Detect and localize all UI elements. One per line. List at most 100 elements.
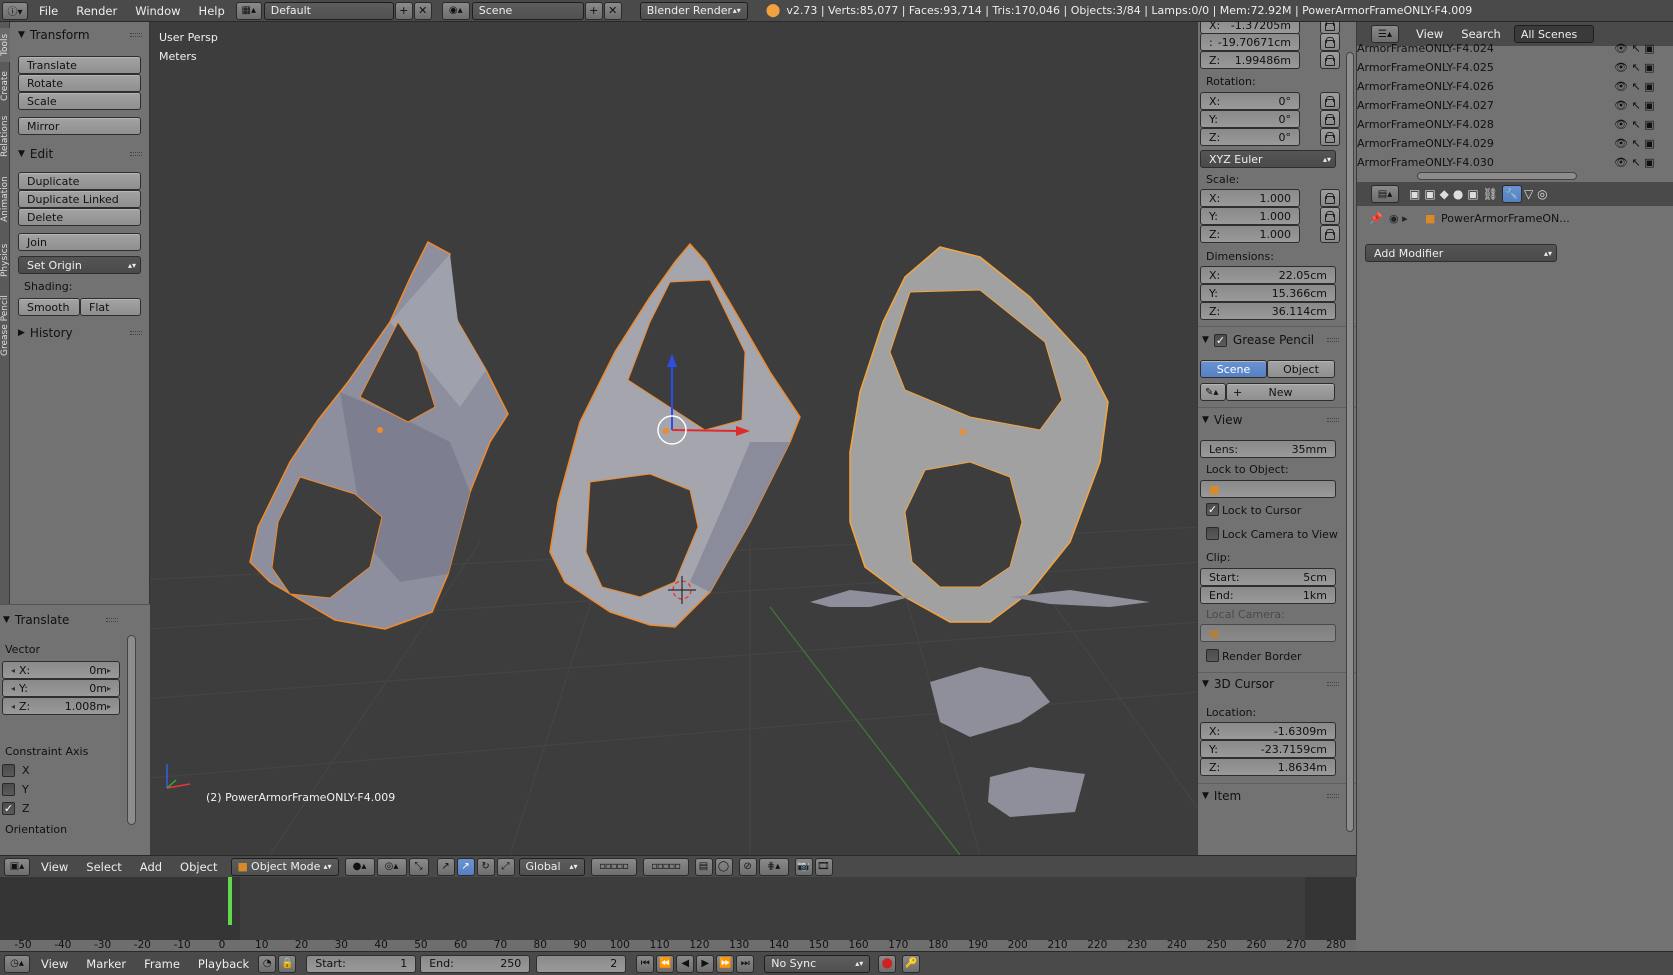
row-visibility-icons[interactable]: 👁 ↖ ▣ <box>1614 156 1673 169</box>
smooth-button[interactable]: Smooth <box>18 298 80 316</box>
lock-rotation-y-icon[interactable] <box>1320 110 1340 128</box>
rotation-mode-select[interactable]: XYZ Euler ▴▾ <box>1200 150 1336 168</box>
pivot-point-icon[interactable]: ◎▴ <box>376 857 407 876</box>
dimensions-z-field[interactable]: Z: 36.114cm <box>1200 302 1336 320</box>
outliner-row[interactable]: ArmorFrameONLY-F4.026 👁 ↖ ▣ <box>1357 77 1673 95</box>
operator-scrollbar[interactable] <box>127 635 136 825</box>
start-frame-field[interactable]: Start: 1 <box>306 954 417 973</box>
menu-render[interactable]: Render <box>67 4 126 18</box>
constraint-y-checkbox[interactable] <box>2 783 15 796</box>
lock-to-cursor-checkbox[interactable]: ✓ <box>1206 503 1219 516</box>
outliner-row[interactable]: ArmorFrameONLY-F4.027 👁 ↖ ▣ <box>1357 96 1673 114</box>
translate-button[interactable]: Translate <box>18 56 141 74</box>
tab-tools[interactable]: Tools <box>0 28 10 62</box>
rotate-button[interactable]: Rotate <box>18 74 141 92</box>
lock-layers-icon[interactable]: ▤ <box>694 857 713 876</box>
tab-relations[interactable]: Relations <box>0 110 10 162</box>
scene-icon[interactable]: ◉▴ <box>441 1 470 20</box>
tab-animation[interactable]: Animation <box>0 168 10 230</box>
add-layout-icon[interactable]: + <box>394 1 413 20</box>
row-visibility-icons[interactable]: 👁 ↖ ▣ <box>1614 118 1673 131</box>
lock-location-y-icon[interactable] <box>1320 33 1340 51</box>
mode-select[interactable]: ■ Object Mode ▴▾ <box>230 857 339 876</box>
object-menu[interactable]: Object <box>171 860 226 874</box>
drag-grip-icon[interactable] <box>130 33 142 37</box>
dimensions-x-field[interactable]: X: 22.05cm <box>1200 266 1336 284</box>
tab-create[interactable]: Create <box>0 66 10 106</box>
snap-element-icon[interactable]: ⋕▴ <box>758 857 789 876</box>
scattered-pieces[interactable] <box>810 590 1150 817</box>
3d-cursor-panel-header[interactable]: ▼ 3D Cursor <box>1198 673 1356 695</box>
rotation-z-field[interactable]: Z: 0° <box>1200 128 1300 146</box>
record-icon[interactable]: ⬤ <box>878 954 897 973</box>
local-camera-field[interactable]: ■ <box>1200 624 1336 642</box>
tl-frame-menu[interactable]: Frame <box>135 957 189 971</box>
sidebar-scrollbar[interactable] <box>1346 52 1354 832</box>
vector-z-field[interactable]: ◂ Z: 1.008m ▸ <box>2 697 120 715</box>
play-icon[interactable]: ▶ <box>696 954 715 973</box>
lock-location-z-icon[interactable] <box>1320 51 1340 69</box>
duplicate-button[interactable]: Duplicate <box>18 172 141 190</box>
scale-button[interactable]: Scale <box>18 92 141 110</box>
cursor-z-field[interactable]: Z: 1.8634m <box>1200 758 1336 776</box>
armor-piece-middle[interactable] <box>549 242 801 628</box>
row-visibility-icons[interactable]: 👁 ↖ ▣ <box>1614 42 1673 55</box>
snap-toggle-icon[interactable]: ⊘ <box>738 857 757 876</box>
end-frame-field[interactable]: End: 250 <box>420 954 531 973</box>
history-panel-header[interactable]: ▶ History <box>10 322 150 344</box>
delete-button[interactable]: Delete <box>18 208 141 226</box>
operator-panel-header[interactable]: ▼ Translate <box>0 609 140 631</box>
grease-pencil-checkbox[interactable]: ✓ <box>1213 333 1227 347</box>
add-scene-icon[interactable]: + <box>584 1 603 20</box>
outliner-row[interactable]: ArmorFrameONLY-F4.030 👁 ↖ ▣ <box>1357 153 1673 171</box>
current-frame-indicator[interactable] <box>227 877 232 925</box>
drag-grip-icon[interactable] <box>130 331 142 335</box>
lock-camera-checkbox[interactable] <box>1206 527 1219 540</box>
tl-marker-menu[interactable]: Marker <box>77 957 135 971</box>
clip-start-field[interactable]: Start: 5cm <box>1200 568 1336 586</box>
gp-scene-button[interactable]: Scene <box>1200 360 1267 378</box>
grease-pencil-panel-header[interactable]: ▼ ✓ Grease Pencil <box>1198 329 1356 351</box>
info-editor-icon[interactable]: ⓘ▾ <box>2 1 28 20</box>
set-origin-select[interactable]: Set Origin ▴▾ <box>18 256 141 274</box>
layout-icon[interactable]: ▦▴ <box>235 1 262 20</box>
view-panel-header[interactable]: ▼ View <box>1198 409 1356 431</box>
scale-z-field[interactable]: Z: 1.000 <box>1200 225 1300 243</box>
edit-panel-header[interactable]: ▼ Edit <box>10 143 150 165</box>
menu-window[interactable]: Window <box>126 4 189 18</box>
manipulator-translate-icon[interactable]: ↗ <box>436 857 455 876</box>
select-menu[interactable]: Select <box>77 860 130 874</box>
vector-y-field[interactable]: ◂ Y: 0m ▸ <box>2 679 120 697</box>
increment-arrow-icon[interactable]: ▸ <box>107 684 111 693</box>
mirror-button[interactable]: Mirror <box>18 117 141 135</box>
jump-key-back-icon[interactable]: ⏪ <box>656 954 675 973</box>
row-visibility-icons[interactable]: 👁 ↖ ▣ <box>1614 137 1673 150</box>
lock-rotation-z-icon[interactable] <box>1320 128 1340 146</box>
properties-editor-icon[interactable]: ▤▴ <box>1371 185 1399 203</box>
join-button[interactable]: Join <box>18 233 141 251</box>
scene-field[interactable]: Scene <box>471 1 584 20</box>
layout-field[interactable]: Default <box>263 1 394 20</box>
location-z-field[interactable]: Z: 1.99486m <box>1200 51 1300 69</box>
current-frame-field[interactable]: 2 <box>536 954 627 973</box>
proportional-edit-icon[interactable]: ◯ <box>714 857 733 876</box>
timeline[interactable]: -50 -40 -30 -20 -10 0 10 20 30 40 50 60 70 80 90 100 110… <box>0 877 1356 951</box>
editor-type-icon[interactable]: ▣▴ <box>4 857 30 876</box>
play-reverse-icon[interactable]: ◀ <box>676 954 695 973</box>
view-menu[interactable]: View <box>32 860 77 874</box>
orientation-select[interactable]: Global ▴▾ <box>518 857 585 876</box>
constraint-x-checkbox[interactable] <box>2 764 15 777</box>
drag-grip-icon[interactable] <box>1327 794 1339 798</box>
preview-range-icon[interactable]: ◔ <box>258 954 277 973</box>
tl-view-menu[interactable]: View <box>32 957 77 971</box>
gp-pencil-icon[interactable]: ✎▴ <box>1200 383 1226 401</box>
outliner-row[interactable]: ArmorFrameONLY-F4.028 👁 ↖ ▣ <box>1357 115 1673 133</box>
cursor-y-field[interactable]: Y: -23.7159cm <box>1200 740 1336 758</box>
outliner-row[interactable]: ArmorFrameONLY-F4.024 👁 ↖ ▣ <box>1357 39 1673 57</box>
drag-grip-icon[interactable] <box>1327 418 1339 422</box>
lock-scale-y-icon[interactable] <box>1320 207 1340 225</box>
jump-key-forward-icon[interactable]: ⏩ <box>716 954 735 973</box>
jump-start-icon[interactable]: ⏮ <box>636 954 655 973</box>
drag-grip-icon[interactable] <box>1327 338 1339 342</box>
lock-time-icon[interactable]: 🔒 <box>278 954 297 973</box>
